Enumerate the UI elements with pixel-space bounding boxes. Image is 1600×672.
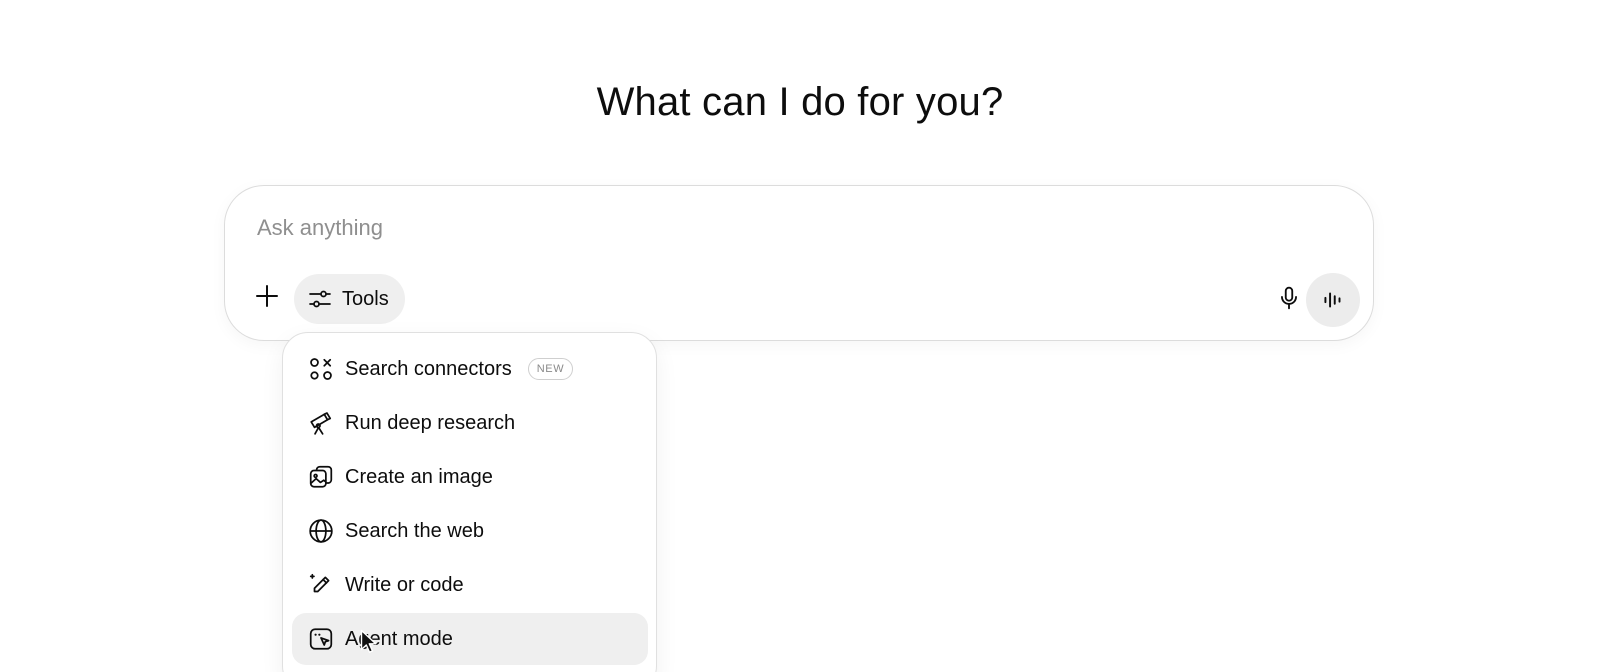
globe-icon [308, 518, 334, 544]
menu-item-search-web[interactable]: Search the web [292, 505, 648, 557]
menu-item-label: Search connectors [345, 357, 512, 380]
chat-composer: Tools [224, 185, 1374, 341]
page-headline: What can I do for you? [596, 80, 1004, 124]
menu-item-label: Create an image [345, 465, 493, 488]
pencil-sparkle-icon [308, 572, 334, 598]
page: What can I do for you? Tools [0, 0, 1600, 672]
agent-cursor-icon [308, 626, 334, 652]
connectors-icon [308, 356, 334, 382]
menu-item-deep-research[interactable]: Run deep research [292, 397, 648, 449]
menu-item-label: Run deep research [345, 411, 516, 434]
voice-mode-button[interactable] [1306, 273, 1360, 327]
voice-waveform-icon [1320, 287, 1346, 313]
menu-item-create-image[interactable]: Create an image [292, 451, 648, 503]
prompt-input[interactable] [257, 210, 1257, 246]
attach-button[interactable] [245, 274, 289, 318]
microphone-icon [1276, 285, 1302, 311]
tools-button[interactable]: Tools [294, 274, 405, 324]
new-badge: NEW [527, 358, 574, 380]
tools-label: Tools [342, 287, 389, 310]
menu-item-label: Write or code [345, 573, 464, 596]
menu-item-agent-mode[interactable]: Agent mode [292, 613, 648, 665]
plus-icon [255, 284, 279, 308]
menu-item-label: Agent mode [345, 627, 453, 650]
menu-item-label: Search the web [345, 519, 484, 542]
sliders-icon [308, 287, 332, 311]
menu-item-write-code[interactable]: Write or code [292, 559, 648, 611]
telescope-icon [308, 410, 334, 436]
image-icon [308, 464, 334, 490]
tools-menu: Search connectors NEW Run deep research [282, 332, 657, 672]
menu-item-search-connectors[interactable]: Search connectors NEW [292, 343, 648, 395]
